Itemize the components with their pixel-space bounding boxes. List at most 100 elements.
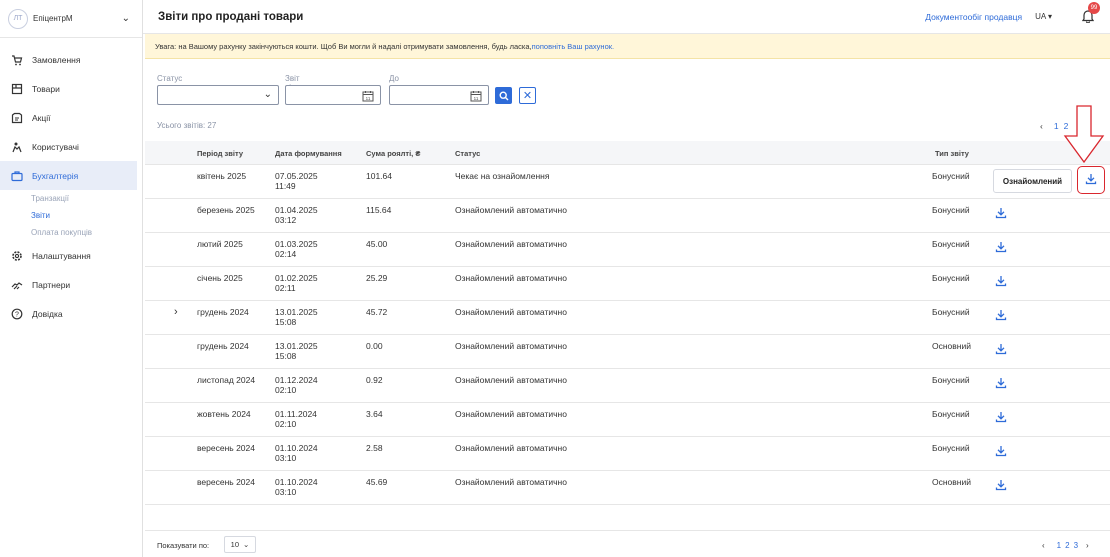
page-title: Звіти про продані товари bbox=[158, 10, 304, 23]
search-button[interactable] bbox=[495, 87, 512, 104]
download-button[interactable] bbox=[995, 241, 1009, 255]
brand-switcher[interactable]: ЛТ ЕпіцентрМ ⌄ bbox=[0, 0, 142, 38]
briefcase-icon bbox=[10, 169, 24, 183]
sidebar-item-orders[interactable]: Замовлення bbox=[0, 45, 142, 74]
date-to-input[interactable]: 11 bbox=[389, 85, 489, 105]
sidebar-item-label: Акції bbox=[32, 112, 51, 123]
cell-sum: 115.64 bbox=[366, 205, 392, 215]
expand-row-icon[interactable]: › bbox=[174, 306, 178, 318]
sidebar-item-products[interactable]: Товари bbox=[0, 74, 142, 103]
cell-period: грудень 2024 bbox=[197, 307, 249, 317]
cell-sum: 0.92 bbox=[366, 375, 383, 385]
download-button[interactable] bbox=[995, 343, 1009, 357]
column-header-status: Статус bbox=[455, 149, 481, 158]
sidebar-item-users[interactable]: Користувачі bbox=[0, 132, 142, 161]
reports-table: Період звіту Дата формування Сума роялті… bbox=[145, 141, 1110, 505]
cell-period: грудень 2024 bbox=[197, 341, 249, 351]
cell-status: Ознайомлений автоматично bbox=[455, 273, 567, 283]
cart-icon bbox=[10, 53, 24, 67]
cell-date: 01.04.2025 03:12 bbox=[275, 205, 318, 225]
cell-date: 01.02.2025 02:11 bbox=[275, 273, 318, 293]
cell-type: Бонусний bbox=[932, 273, 970, 283]
column-header-period: Період звіту bbox=[197, 149, 244, 158]
sidebar-item-promotions[interactable]: Акції bbox=[0, 103, 142, 132]
cell-status: Ознайомлений автоматично bbox=[455, 307, 567, 317]
cell-period: березень 2025 bbox=[197, 205, 255, 215]
download-button[interactable] bbox=[995, 377, 1009, 391]
chevron-left-icon[interactable]: ‹ bbox=[1040, 121, 1043, 131]
cell-date-time: 15:08 bbox=[275, 351, 297, 361]
per-page-value: 10 bbox=[230, 540, 240, 549]
cell-date-day: 01.12.2024 bbox=[275, 375, 318, 385]
chevron-right-icon[interactable]: › bbox=[1086, 541, 1089, 550]
clear-filters-button[interactable]: ✕ bbox=[519, 87, 536, 104]
sidebar-subitem-reports[interactable]: Звіти bbox=[0, 207, 142, 224]
sidebar-item-settings[interactable]: Налаштування bbox=[0, 241, 142, 270]
cell-date-day: 01.11.2024 bbox=[275, 409, 317, 419]
acknowledge-button[interactable]: Ознайомлений bbox=[993, 169, 1072, 193]
cell-date-time: 02:10 bbox=[275, 385, 297, 395]
sidebar-item-label: Користувачі bbox=[32, 141, 79, 152]
cell-type: Бонусний bbox=[932, 409, 970, 419]
language-selector[interactable]: UA ▾ bbox=[1035, 12, 1052, 21]
download-button[interactable] bbox=[995, 309, 1009, 323]
seller-docs-link[interactable]: Документообіг продавця bbox=[925, 12, 1022, 22]
download-button[interactable] bbox=[995, 445, 1009, 459]
cell-date: 01.10.2024 03:10 bbox=[275, 443, 318, 463]
notification-badge: 99 bbox=[1088, 1, 1100, 14]
cell-date: 01.11.2024 02:10 bbox=[275, 409, 317, 429]
download-icon bbox=[995, 310, 1007, 323]
close-icon: ✕ bbox=[522, 90, 533, 102]
download-button[interactable] bbox=[995, 275, 1009, 289]
chevron-down-icon: ⌄ bbox=[243, 540, 250, 549]
cell-type: Основний bbox=[932, 341, 971, 351]
column-header-date: Дата формування bbox=[275, 149, 342, 158]
notifications-button[interactable]: 99 bbox=[1081, 1, 1100, 25]
cell-status: Ознайомлений автоматично bbox=[455, 443, 567, 453]
sidebar-item-label: Товари bbox=[32, 83, 60, 94]
cell-status: Чекає на ознайомлення bbox=[455, 171, 550, 181]
download-icon bbox=[995, 446, 1007, 459]
table-row: › грудень 2024 13.01.2025 15:08 45.72 Ознайом… bbox=[145, 301, 1110, 335]
annotation-arrow bbox=[1063, 105, 1105, 164]
chevron-left-icon[interactable]: ‹ bbox=[1042, 541, 1045, 550]
download-button[interactable] bbox=[995, 411, 1009, 425]
download-button[interactable] bbox=[995, 479, 1009, 493]
cell-type: Бонусний bbox=[932, 239, 970, 249]
sidebar-item-accounting[interactable]: Бухгалтерія bbox=[0, 161, 137, 190]
cell-status: Ознайомлений автоматично bbox=[455, 239, 567, 249]
cell-date-time: 02:14 bbox=[275, 249, 297, 259]
sidebar-subitem-customer-payments[interactable]: Оплата покупців bbox=[0, 224, 142, 241]
box-icon bbox=[10, 82, 24, 96]
sidebar-item-label: Довідка bbox=[32, 308, 63, 319]
sidebar-item-partners[interactable]: Партнери bbox=[0, 270, 142, 299]
table-row: березень 2025 01.04.2025 03:12 115.64 Ознайо… bbox=[145, 199, 1110, 233]
users-icon bbox=[10, 140, 24, 154]
date-to-label: До bbox=[389, 74, 399, 83]
status-select[interactable]: ⌄ bbox=[157, 85, 279, 105]
download-button[interactable] bbox=[995, 207, 1009, 221]
download-button-highlighted[interactable] bbox=[1077, 166, 1105, 194]
calendar-icon[interactable]: 11 bbox=[470, 90, 482, 102]
svg-text:11: 11 bbox=[366, 96, 371, 101]
sidebar-item-help[interactable]: ? Довідка bbox=[0, 299, 142, 328]
date-from-input[interactable]: 11 bbox=[285, 85, 381, 105]
cell-period: жовтень 2024 bbox=[197, 409, 251, 419]
cell-period: квітень 2025 bbox=[197, 171, 247, 181]
page-link[interactable]: 3 bbox=[1074, 541, 1078, 550]
cell-date: 01.10.2024 03:10 bbox=[275, 477, 318, 497]
sidebar-subitem-transactions[interactable]: Транзакції bbox=[0, 190, 142, 207]
table-row: жовтень 2024 01.11.2024 02:10 3.64 Ознайомле… bbox=[145, 403, 1110, 437]
per-page-select[interactable]: 10 ⌄ bbox=[224, 536, 256, 553]
page-link[interactable]: 1 bbox=[1054, 121, 1059, 131]
cell-date: 13.01.2025 15:08 bbox=[275, 341, 318, 361]
cell-date-time: 02:10 bbox=[275, 419, 297, 429]
page-link[interactable]: 2 bbox=[1065, 541, 1069, 550]
calendar-icon[interactable]: 11 bbox=[362, 90, 374, 102]
chevron-down-icon: ⌄ bbox=[121, 13, 130, 24]
table-row: листопад 2024 01.12.2024 02:10 0.92 Ознайомл… bbox=[145, 369, 1110, 403]
total-reports-count: Усього звітів: 27 bbox=[157, 121, 217, 130]
cell-sum: 25.29 bbox=[366, 273, 388, 283]
page-link[interactable]: 1 bbox=[1057, 541, 1061, 550]
top-up-link[interactable]: поповніть Ваш рахунок. bbox=[532, 42, 614, 51]
